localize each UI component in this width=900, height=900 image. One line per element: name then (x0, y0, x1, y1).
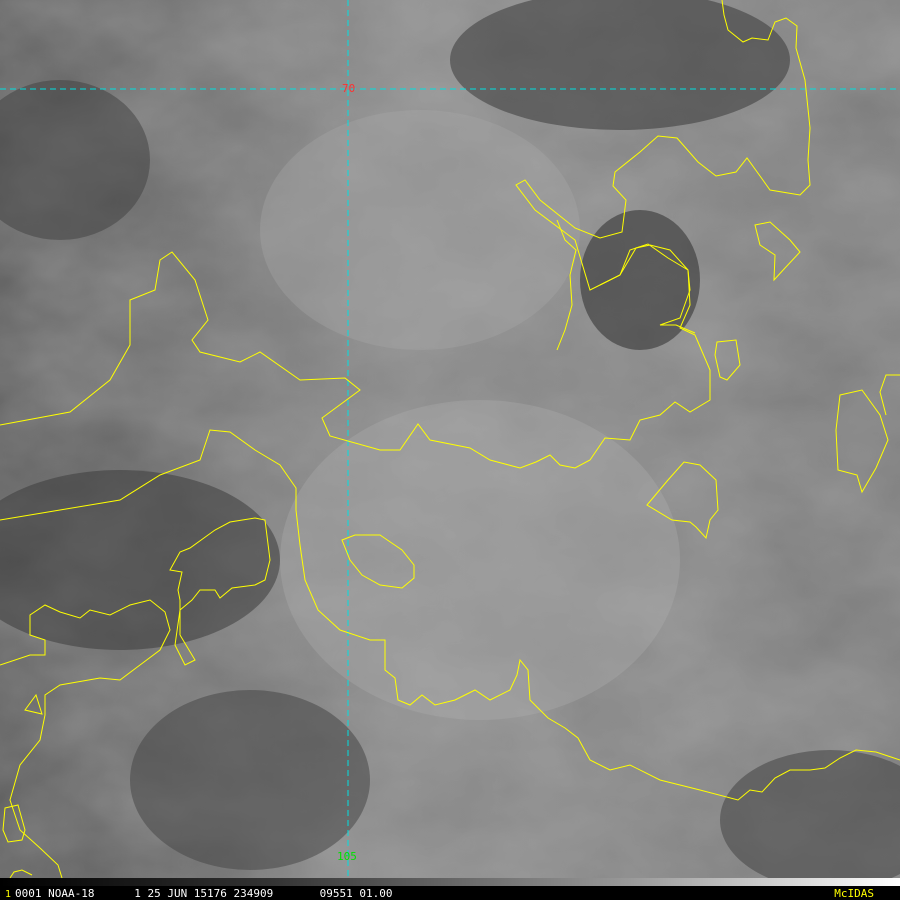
mcidas-brand: McIDAS (834, 887, 874, 900)
status-bar: 1 0001 NOAA-18 1 25 JUN 15176 234909 095… (0, 886, 900, 900)
status-line: 0001 NOAA-18 1 25 JUN 15176 234909 09551… (15, 887, 393, 900)
frame-number: 1 (5, 889, 12, 900)
satellite-image-frame: 70 105 1 0001 NOAA-18 1 25 JUN 15176 234… (0, 0, 900, 900)
grayscale-bar (0, 878, 900, 886)
map-canvas (0, 0, 900, 900)
latitude-label: 70 (342, 82, 356, 95)
longitude-label: 105 (337, 850, 357, 863)
